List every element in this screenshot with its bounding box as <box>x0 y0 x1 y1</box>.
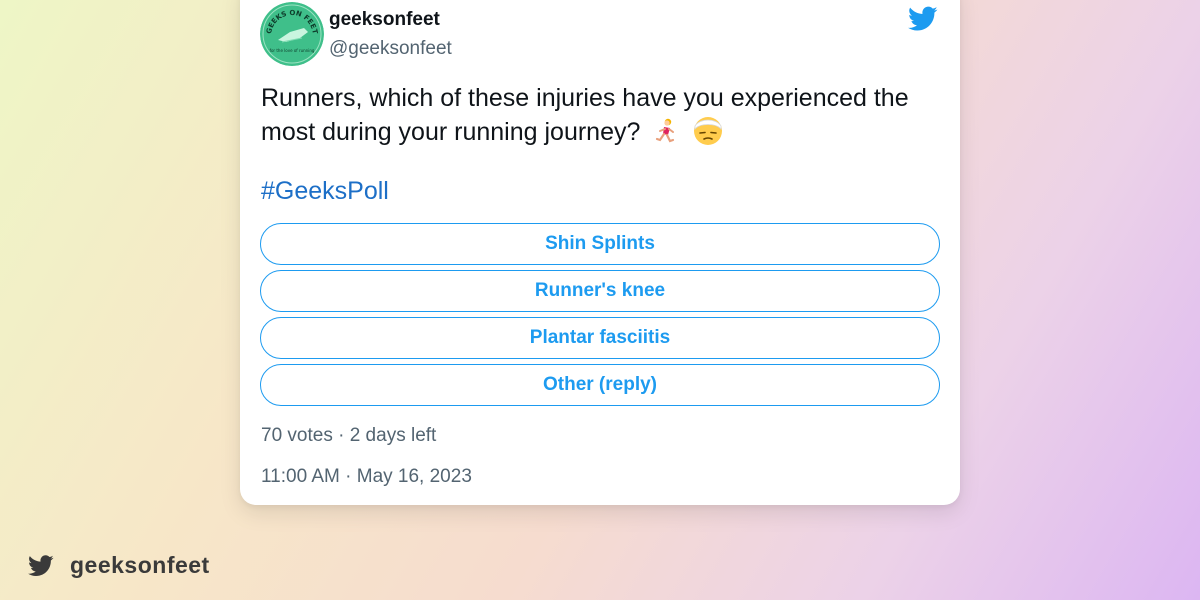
tweet-timestamp[interactable]: 11:00 AM · May 16, 2023 <box>261 466 472 488</box>
tweet-text-body: Runners, which of these injuries have yo… <box>261 84 909 146</box>
twitter-bird-icon[interactable] <box>908 6 938 32</box>
tweet-card: GEEKS ON FEET for the love of running ge… <box>240 0 960 505</box>
poll-option-plantar-fasciitis[interactable]: Plantar fasciitis <box>260 317 940 359</box>
poll-option-shin-splints[interactable]: Shin Splints <box>260 223 940 265</box>
poll-vote-count-and-time-left: 70 votes · 2 days left <box>261 425 437 446</box>
woman-running-emoji-icon <box>653 118 679 154</box>
avatar-text-bottom: for the love of running <box>270 48 315 53</box>
display-name[interactable]: geeksonfeet <box>329 9 440 31</box>
footer-branding: geeksonfeet <box>28 552 210 579</box>
account-handle[interactable]: @geeksonfeet <box>329 38 452 60</box>
avatar[interactable]: GEEKS ON FEET for the love of running <box>260 2 324 66</box>
tweet-text: Runners, which of these injuries have yo… <box>261 83 941 154</box>
head-bandage-emoji-icon <box>692 114 724 154</box>
poll-option-other-reply[interactable]: Other (reply) <box>260 364 940 406</box>
poll: Shin Splints Runner's knee Plantar fasci… <box>260 223 940 411</box>
footer-handle: geeksonfeet <box>70 552 210 578</box>
twitter-bird-icon <box>28 554 54 576</box>
poll-option-runners-knee[interactable]: Runner's knee <box>260 270 940 312</box>
hashtag-link[interactable]: #GeeksPoll <box>261 177 389 206</box>
avatar-logo-icon: GEEKS ON FEET for the love of running <box>260 2 324 66</box>
